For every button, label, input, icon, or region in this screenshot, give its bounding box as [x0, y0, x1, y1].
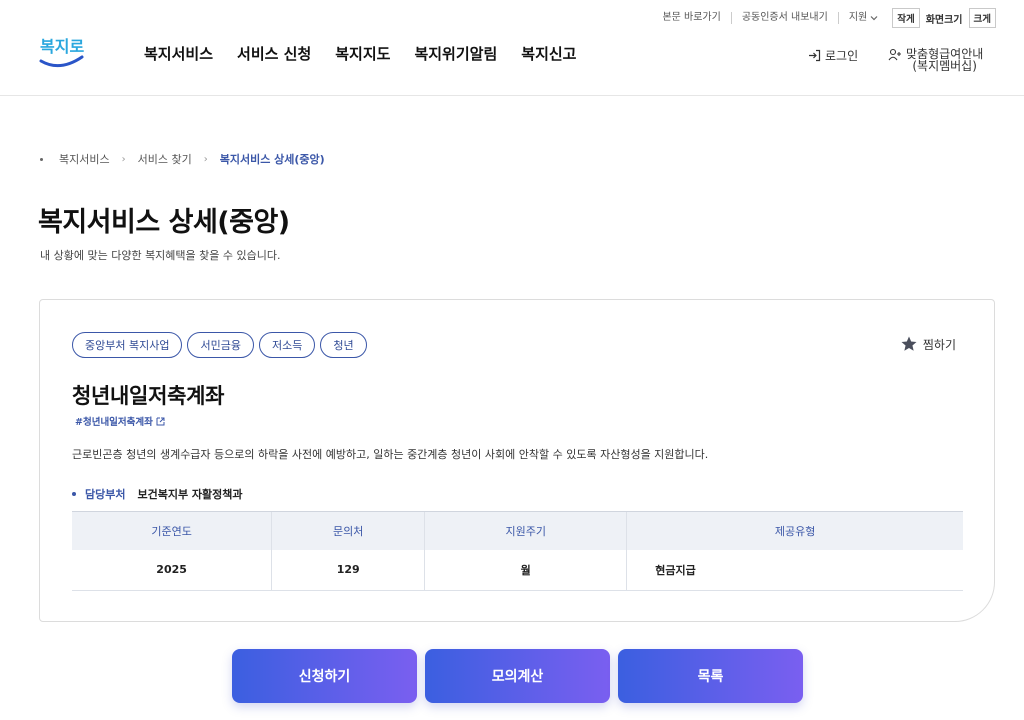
nav-welfare-map[interactable]: 복지지도: [335, 43, 390, 64]
header-contact: 문의처: [271, 511, 425, 550]
tag-youth[interactable]: 청년: [320, 332, 367, 358]
service-title: 청년내일저축계좌: [72, 384, 225, 408]
service-info-table: 기준연도 문의처 지원주기 제공유형 2025 129 월 현금지급: [72, 511, 963, 591]
page-title: 복지서비스 상세(중앙): [38, 207, 290, 238]
home-bullet-icon: [40, 157, 43, 161]
membership-text: 맞춤형급여안내 (복지멤버십): [906, 48, 983, 72]
user-add-icon: [888, 48, 901, 61]
breadcrumb: 복지서비스 › 서비스 찾기 › 복지서비스 상세(중앙): [40, 151, 325, 167]
bullet-icon: [72, 492, 76, 496]
logo-wordmark: 복지로: [40, 37, 84, 56]
tag-low-income[interactable]: 저소득: [258, 332, 316, 358]
cell-cycle: 월: [424, 549, 627, 591]
tag-list: 중앙부처 복지사업 서민금융 저소득 청년: [72, 332, 367, 358]
table-header-row: 기준연도 문의처 지원주기 제공유형: [72, 511, 963, 550]
header-divider: [0, 95, 1024, 96]
department-value: 보건복지부 자활정책과: [137, 488, 243, 501]
breadcrumb-current: 복지서비스 상세(중앙): [219, 153, 325, 166]
membership-button[interactable]: 맞춤형급여안내 (복지멤버십): [888, 48, 983, 72]
font-size-small-button[interactable]: 작게: [892, 8, 920, 28]
hashtag-text: #청년내일저축계좌: [75, 417, 153, 428]
chevron-right-icon: ›: [121, 153, 126, 165]
nav-welfare-report[interactable]: 복지신고: [521, 43, 576, 64]
export-cert-link[interactable]: 공동인증서 내보내기: [732, 12, 839, 24]
breadcrumb-find[interactable]: 서비스 찾기: [138, 151, 192, 167]
support-dropdown[interactable]: 지원: [839, 12, 888, 24]
nav-welfare-service[interactable]: 복지서비스: [144, 43, 213, 64]
list-button[interactable]: 목록: [618, 649, 803, 703]
favorite-button[interactable]: 찜하기: [900, 335, 956, 353]
apply-button[interactable]: 신청하기: [232, 649, 417, 703]
cell-contact: 129: [271, 549, 425, 591]
font-size-label: 화면크기: [925, 14, 963, 26]
nav-crisis-alert[interactable]: 복지위기알림: [414, 43, 497, 64]
table-row: 2025 129 월 현금지급: [72, 549, 963, 591]
action-buttons: 신청하기 모의계산 목록: [232, 649, 803, 703]
chevron-right-icon: ›: [203, 153, 208, 165]
hashtag-link[interactable]: #청년내일저축계좌: [75, 414, 165, 428]
nav-service-apply[interactable]: 서비스 신청: [237, 43, 311, 64]
utility-bar: 본문 바로가기 공동인증서 내보내기 지원 작게 화면크기 크게: [652, 8, 996, 28]
favorite-label: 찜하기: [922, 337, 956, 352]
membership-line2: (복지멤버십): [912, 59, 977, 73]
tag-finance[interactable]: 서민금융: [187, 332, 254, 358]
font-size-large-button[interactable]: 크게: [968, 8, 996, 28]
tag-central-ministry[interactable]: 중앙부처 복지사업: [72, 332, 183, 358]
page-subtitle: 내 상황에 맞는 다양한 복지혜택을 찾을 수 있습니다.: [40, 249, 281, 262]
header-base-year: 기준연도: [72, 511, 272, 550]
simulate-button[interactable]: 모의계산: [425, 649, 610, 703]
logo-icon: 복지로: [39, 37, 84, 68]
chevron-down-icon: [870, 16, 878, 21]
service-description: 근로빈곤층 청년의 생계수급자 등으로의 하락을 사전에 예방하고, 일하는 중…: [72, 448, 709, 461]
login-button[interactable]: 로그인: [808, 47, 858, 64]
service-detail-card: 중앙부처 복지사업 서민금융 저소득 청년 찜하기 청년내일저축계좌 #청년내일…: [39, 299, 995, 622]
department-label: 담당부처: [85, 488, 126, 501]
skip-to-content-link[interactable]: 본문 바로가기: [652, 12, 732, 24]
cell-type: 현금지급: [626, 549, 963, 591]
external-link-icon: [156, 417, 165, 425]
login-label: 로그인: [825, 49, 859, 63]
login-icon: [809, 49, 821, 62]
breadcrumb-home[interactable]: 복지서비스: [59, 151, 110, 167]
header-type: 제공유형: [626, 511, 963, 550]
department-row: 담당부처 보건복지부 자활정책과: [72, 486, 243, 502]
star-icon: [901, 336, 917, 351]
main-nav: 복지서비스 서비스 신청 복지지도 복지위기알림 복지신고: [144, 43, 576, 64]
cell-base-year: 2025: [72, 549, 272, 591]
support-label: 지원: [848, 12, 868, 23]
header-cycle: 지원주기: [424, 511, 627, 550]
bokjiro-logo[interactable]: 복지로: [38, 30, 90, 72]
